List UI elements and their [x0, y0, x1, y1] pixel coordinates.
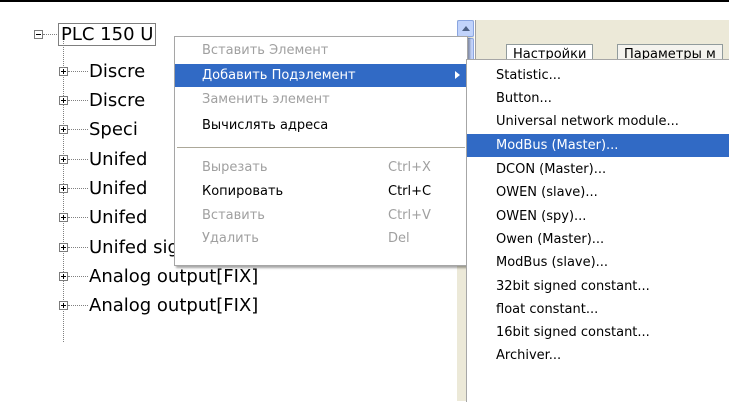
menu-item-add-subelement[interactable]: Добавить Подэлемент — [175, 64, 467, 87]
expand-icon[interactable] — [59, 124, 68, 134]
expand-icon[interactable] — [59, 212, 68, 222]
menu-item-shortcut: Ctrl+C — [388, 184, 432, 199]
submenu-item-label: OWEN (slave)... — [496, 185, 598, 200]
submenu-item-label: Statistic... — [496, 68, 562, 83]
menu-item-shortcut: Del — [388, 231, 410, 246]
tree-node[interactable]: Unifed — [59, 146, 147, 172]
menu-item-copy[interactable]: Копировать Ctrl+C — [175, 180, 467, 203]
submenu-item-label: Universal network module... — [496, 114, 679, 129]
menu-item-label: Удалить — [202, 231, 259, 246]
menu-item-label: Вставить — [202, 208, 265, 223]
expand-icon[interactable] — [59, 95, 68, 105]
menu-item-paste[interactable]: Вставить Ctrl+V — [175, 204, 467, 227]
menu-item-shortcut: Ctrl+V — [388, 208, 431, 223]
tree-node-label: Analog output[FIX] — [89, 294, 259, 316]
expand-icon[interactable] — [59, 154, 68, 164]
submenu-item-modbus-master[interactable]: ModBus (Master)... — [467, 134, 729, 157]
tree-node-label: Analog output[FIX] — [89, 265, 259, 287]
tree-connector — [68, 99, 88, 102]
tree-node-label: Unifed — [89, 177, 148, 199]
menu-item-delete[interactable]: Удалить Del — [175, 227, 467, 250]
tree-node[interactable]: Unifed — [59, 204, 147, 230]
tree-connector — [68, 304, 88, 307]
menu-item-label: Вырезать — [202, 160, 268, 175]
submenu-item-label: Archiver... — [496, 348, 562, 363]
submenu-item-dcon-master[interactable]: DCON (Master)... — [467, 158, 729, 181]
submenu-item-32bit-signed-constant[interactable]: 32bit signed constant... — [467, 275, 729, 298]
submenu-item-16bit-signed-constant[interactable]: 16bit signed constant... — [467, 321, 729, 344]
expand-icon[interactable] — [59, 300, 68, 310]
submenu-item-statistic[interactable]: Statistic... — [467, 64, 729, 87]
tree-connector — [68, 128, 88, 131]
submenu-item-universal-network-module[interactable]: Universal network module... — [467, 110, 729, 133]
menu-item-label: Добавить Подэлемент — [202, 68, 356, 83]
menu-item-replace-element[interactable]: Заменить элемент — [175, 88, 467, 111]
collapse-icon[interactable] — [34, 29, 43, 39]
menu-item-label: Копировать — [202, 184, 284, 199]
context-menu: Вставить Элемент Добавить Подэлемент Зам… — [174, 36, 468, 266]
menu-item-label: Заменить элемент — [202, 92, 330, 107]
submenu-item-label: ModBus (Master)... — [496, 138, 619, 153]
tree-connector — [68, 216, 88, 219]
expand-icon[interactable] — [59, 183, 68, 193]
submenu-item-label: OWEN (spy)... — [496, 209, 587, 224]
tree-connector — [68, 246, 88, 249]
tree-node[interactable]: Discre — [59, 87, 145, 113]
submenu-item-label: DCON (Master)... — [496, 162, 607, 177]
submenu-item-label: ModBus (slave)... — [496, 255, 609, 270]
tree-node[interactable]: Speci — [59, 116, 138, 142]
submenu-item-label: Owen (Master)... — [496, 232, 605, 247]
submenu-item-label: Button... — [496, 91, 552, 106]
add-subelement-submenu: Statistic... Button... Universal network… — [466, 59, 729, 402]
menu-item-shortcut: Ctrl+X — [388, 160, 431, 175]
tree-node-label: Speci — [89, 118, 138, 140]
tree-root-node[interactable]: PLC 150 U — [34, 21, 157, 47]
expand-icon[interactable] — [59, 242, 68, 252]
menu-item-label: Вставить Элемент — [202, 43, 329, 58]
tree-connector — [68, 70, 88, 73]
submenu-item-label: 32bit signed constant... — [496, 279, 650, 294]
tree-node-label: Unifed — [89, 148, 148, 170]
tree-node-label: Discre — [89, 89, 146, 111]
tree-connector — [43, 33, 57, 36]
submenu-item-owen-master[interactable]: Owen (Master)... — [467, 228, 729, 251]
submenu-arrow-icon — [455, 71, 460, 79]
scroll-up-arrow-icon[interactable] — [457, 20, 474, 37]
expand-icon[interactable] — [59, 271, 68, 281]
menu-separator — [177, 147, 465, 148]
menu-item-calculate-addresses[interactable]: Вычислять адреса — [175, 114, 467, 137]
menu-item-label: Вычислять адреса — [202, 118, 329, 133]
submenu-item-label: float constant... — [496, 302, 599, 317]
submenu-item-archiver[interactable]: Archiver... — [467, 344, 729, 367]
tree-connector — [68, 275, 88, 278]
tree-node[interactable]: Unifed — [59, 175, 147, 201]
tree-connector — [68, 187, 88, 190]
tree-connector — [68, 158, 88, 161]
submenu-item-float-constant[interactable]: float constant... — [467, 298, 729, 321]
expand-icon[interactable] — [59, 66, 68, 76]
tree-node-label: Unifed — [89, 206, 148, 228]
tree-node-label: Discre — [89, 60, 146, 82]
submenu-item-owen-spy[interactable]: OWEN (spy)... — [467, 205, 729, 228]
menu-item-insert-element[interactable]: Вставить Элемент — [175, 39, 467, 62]
tree-node[interactable]: Analog output[FIX] — [59, 292, 258, 318]
menu-item-cut[interactable]: Вырезать Ctrl+X — [175, 156, 467, 179]
submenu-item-modbus-slave[interactable]: ModBus (slave)... — [467, 251, 729, 274]
submenu-item-button[interactable]: Button... — [467, 87, 729, 110]
submenu-item-label: 16bit signed constant... — [496, 325, 650, 340]
tree-node[interactable]: Analog output[FIX] — [59, 263, 258, 289]
tree-root-label: PLC 150 U — [58, 22, 157, 46]
tree-node[interactable]: Discre — [59, 58, 145, 84]
submenu-item-owen-slave[interactable]: OWEN (slave)... — [467, 181, 729, 204]
